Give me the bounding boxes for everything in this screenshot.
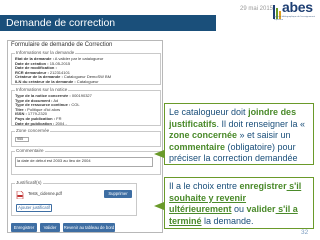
info-row: ILN du créateur de la demande : Catalogu…	[15, 78, 99, 84]
zone-input[interactable]: 955	[15, 137, 29, 142]
delete-attachment-button[interactable]: Supprimer	[104, 190, 132, 198]
zone-section: Zone concernée 955	[11, 128, 161, 147]
correction-form: Formulaire de demande de Correction Info…	[7, 40, 163, 233]
comment-textarea[interactable]: la date de début est 2003 au lieu de 200…	[15, 157, 153, 167]
info-row: Date de publication : 2004 -	[15, 120, 67, 126]
callout-save-or-validate: Il a le choix entre enregistrer s'il sou…	[164, 177, 314, 229]
callout-required-fields: Le catalogueur doit joindre des justific…	[164, 103, 314, 165]
back-to-dashboard-button[interactable]: Revenir au tableau de bord	[63, 223, 115, 232]
notice-info-section: Informations sur la notice Type de la no…	[11, 87, 161, 126]
validate-button[interactable]: Valider	[40, 223, 60, 232]
section-legend: Commentaire	[15, 148, 45, 154]
attachment-section: Justificatif(s) Tests_cidenne.pdf Suppri…	[11, 180, 137, 216]
date-label: 29 mai 2015	[240, 6, 274, 12]
attachment-file-name[interactable]: Tests_cidenne.pdf	[28, 191, 62, 197]
add-attachment-button[interactable]: Ajouter justificatif	[16, 204, 52, 212]
pointer-arrow-icon	[154, 150, 164, 210]
form-title: Formulaire de demande de Correction	[11, 42, 113, 48]
comment-section: Commentaire la date de début est 2003 au…	[11, 148, 161, 175]
logo-tagline: agence bibliographique de l'enseignement…	[274, 16, 315, 21]
section-legend: Justificatif(s)	[15, 180, 43, 186]
slide-title: Demande de correction	[0, 15, 216, 31]
pdf-file-icon	[16, 191, 24, 199]
section-legend: Zone concernée	[15, 128, 51, 134]
abes-logo: abes agence bibliographique de l'enseign…	[272, 0, 316, 29]
save-button[interactable]: Enregistrer	[11, 223, 37, 232]
section-legend: Informations sur la notice	[15, 87, 69, 93]
page-number: 32	[301, 229, 309, 236]
section-legend: Informations sur la demande	[15, 50, 76, 56]
request-info-section: Informations sur la demande Etat de la d…	[11, 50, 161, 85]
logo-text: abes	[282, 0, 313, 15]
